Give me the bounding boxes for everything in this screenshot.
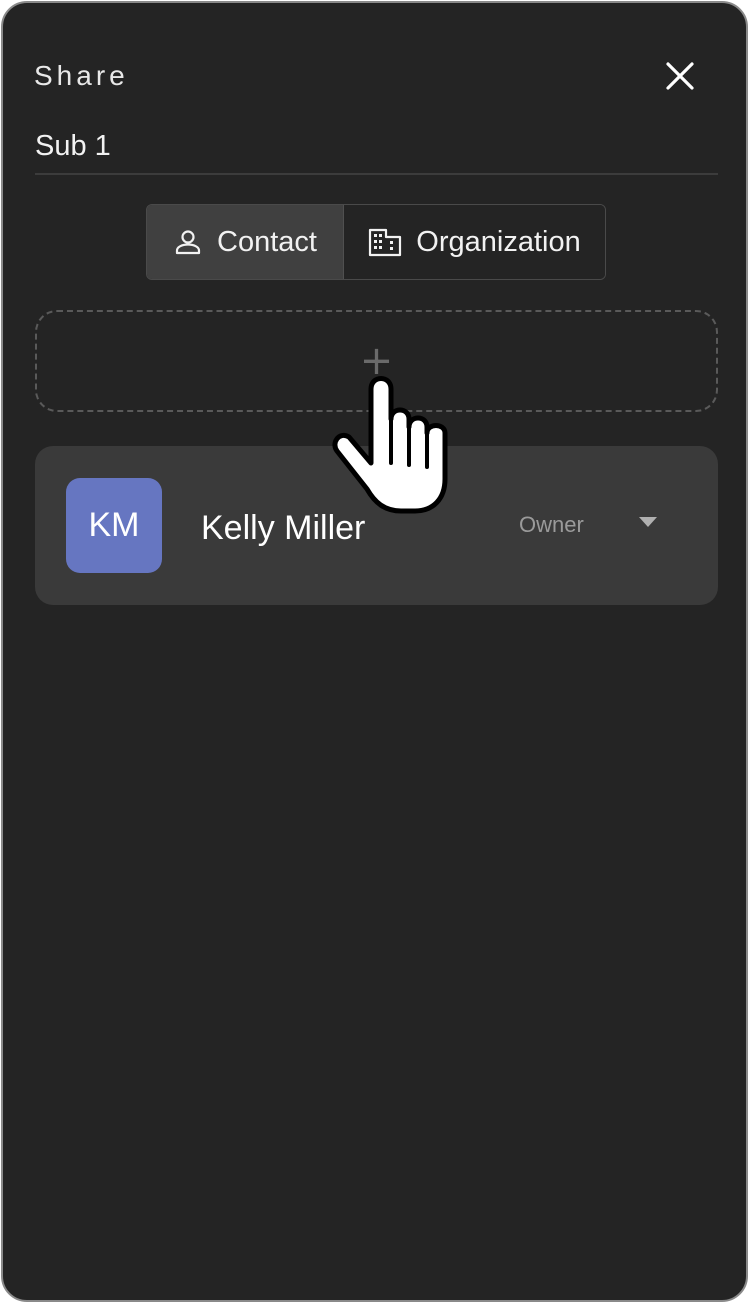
share-dialog: Share Sub 1 Contact Organization + KM Ke… — [1, 1, 748, 1302]
add-member-button[interactable]: + — [35, 310, 718, 412]
divider — [35, 173, 718, 175]
tab-organization-label: Organization — [416, 225, 581, 258]
dialog-title: Share — [34, 60, 129, 91]
member-row: KM Kelly Miller Owner — [35, 446, 718, 605]
person-icon — [175, 230, 201, 255]
close-icon — [666, 62, 694, 90]
role-value: Owner — [519, 512, 584, 537]
avatar-initials: KM — [88, 506, 140, 544]
member-name: Kelly Miller — [201, 509, 366, 547]
building-icon — [369, 228, 402, 257]
caret-down-icon — [639, 517, 657, 527]
tab-organization[interactable]: Organization — [344, 205, 605, 279]
shared-item-name: Sub 1 — [35, 130, 111, 162]
plus-icon: + — [359, 338, 394, 384]
tab-contact-label: Contact — [217, 225, 317, 258]
role-dropdown[interactable]: Owner — [505, 504, 675, 546]
tab-contact[interactable]: Contact — [147, 205, 344, 279]
share-type-toggle: Contact Organization — [146, 204, 606, 280]
close-button[interactable] — [659, 55, 701, 97]
avatar: KM — [66, 478, 162, 573]
